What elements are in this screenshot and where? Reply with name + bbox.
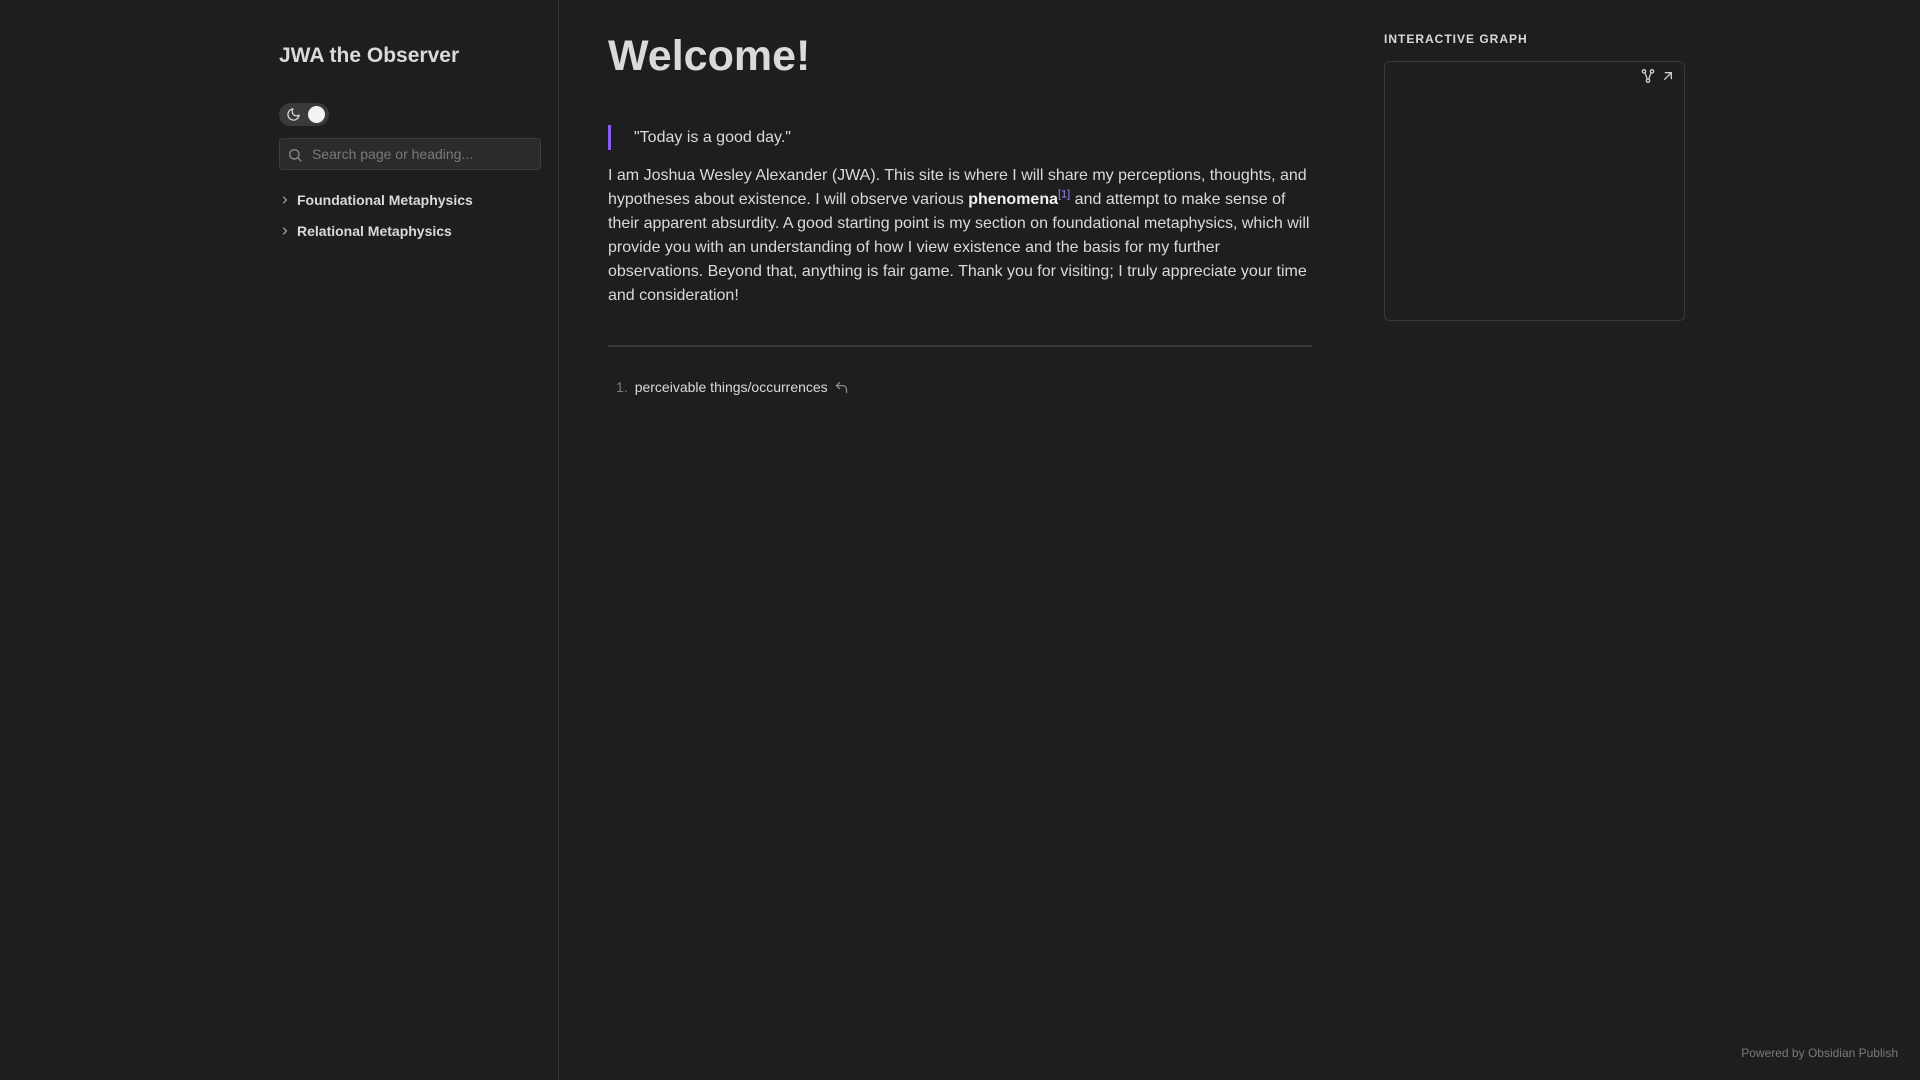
graph-heading: INTERACTIVE GRAPH [1384,32,1528,46]
site-name[interactable]: JWA the Observer [279,44,459,68]
search-box[interactable] [279,138,541,170]
sidebar-item-label: Relational Metaphysics [297,222,452,239]
footnotes-divider [608,345,1312,347]
graph-network-icon[interactable] [1640,68,1656,84]
page-title: Welcome! [608,32,811,80]
theme-toggle[interactable] [279,103,329,126]
phenomena-term: phenomena [968,191,1058,208]
sidebar-nav: Foundational Metaphysics Relational Meta… [279,184,541,246]
chevron-right-icon [282,226,288,235]
powered-by-link[interactable]: Powered by Obsidian Publish [1741,1046,1898,1060]
chevron-right-icon [282,195,288,204]
footnote-item: 1. perceivable things/occurrences [608,379,849,395]
return-arrow-icon[interactable] [834,380,849,395]
toggle-knob [308,106,325,123]
moon-icon [287,108,300,121]
left-sidebar: JWA the Observer Foun [0,0,559,1080]
intro-paragraph: I am Joshua Wesley Alexander (JWA). This… [608,164,1312,308]
expand-arrow-icon[interactable] [1660,68,1676,84]
search-input[interactable] [310,139,535,169]
footnote-ref-link[interactable]: [1] [1058,189,1070,201]
sidebar-item-label: Foundational Metaphysics [297,191,473,208]
footnote-number: 1. [616,379,628,395]
app-window: JWA the Observer Foun [0,0,1920,1080]
interactive-graph-view[interactable] [1384,61,1685,321]
search-icon [289,149,302,162]
sidebar-item-foundational-metaphysics[interactable]: Foundational Metaphysics [279,184,541,215]
graph-controls [1640,68,1676,84]
quote-block: "Today is a good day." [608,125,791,150]
footnote-text: perceivable things/occurrences [634,379,828,395]
sidebar-item-relational-metaphysics[interactable]: Relational Metaphysics [279,215,541,246]
